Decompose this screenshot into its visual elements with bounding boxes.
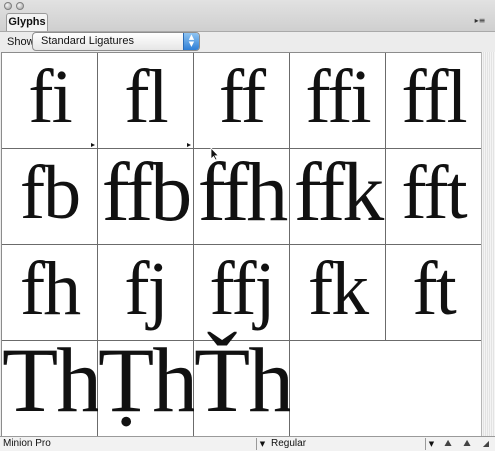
- glyph: Ťh: [194, 329, 294, 431]
- glyph-cell[interactable]: ffk: [290, 149, 386, 245]
- glyph-cell[interactable]: fh: [2, 245, 98, 341]
- glyph: ff: [218, 55, 266, 139]
- glyph-cell[interactable]: ff: [194, 53, 290, 149]
- zoom-out-icon[interactable]: ⛰: [440, 438, 456, 450]
- glyph-cell[interactable]: fk: [290, 245, 386, 341]
- panel-titlebar: Glyphs ▸≡: [0, 0, 495, 32]
- glyph-cell[interactable]: fb: [2, 149, 98, 245]
- glyph: ft: [412, 247, 456, 331]
- show-dropdown[interactable]: Standard Ligatures ▲ ▼: [32, 32, 200, 51]
- mouse-cursor-icon: [210, 146, 220, 161]
- glyph: ffl: [401, 55, 467, 139]
- glyph: ffk: [293, 146, 384, 239]
- glyph-cell[interactable]: ffb: [98, 149, 194, 245]
- glyph-cell[interactable]: ffj: [194, 245, 290, 341]
- glyph-cell[interactable]: Ṭh: [98, 334, 198, 437]
- glyph: Ṭh: [98, 329, 198, 431]
- font-style-select-value[interactable]: Regular: [271, 437, 306, 451]
- chevron-updown-icon: ▲ ▼: [183, 33, 199, 50]
- zoom-in-icon[interactable]: ⛰: [459, 438, 475, 450]
- glyph: fh: [19, 247, 81, 331]
- glyph-cell[interactable]: Th: [2, 334, 102, 437]
- glyph-cell[interactable]: ft: [386, 245, 482, 341]
- glyph: fj: [124, 247, 168, 331]
- glyph-cell[interactable]: fft: [386, 149, 482, 245]
- glyph: ffi: [305, 55, 371, 139]
- panel-footer: Minion Pro ▼ Regular ▼ ⛰ ⛰ ◢: [0, 436, 495, 451]
- glyph: fi: [28, 55, 72, 139]
- show-dropdown-value: Standard Ligatures: [41, 35, 134, 47]
- glyph-cell[interactable]: ffi: [290, 53, 386, 149]
- glyph: ffb: [101, 146, 192, 239]
- resize-grip-icon[interactable]: ◢: [478, 438, 494, 450]
- glyph-cell[interactable]: fi: [2, 53, 98, 149]
- glyph: fk: [307, 247, 369, 331]
- glyph-cell[interactable]: ffl: [386, 53, 482, 149]
- alternates-marker-icon[interactable]: [91, 143, 95, 147]
- glyph-cell[interactable]: ffh: [194, 149, 290, 245]
- close-icon[interactable]: [4, 2, 12, 10]
- glyph: fb: [19, 151, 81, 235]
- glyph: fft: [401, 151, 467, 235]
- glyphs-panel: Glyphs ▸≡ Show Standard Ligatures ▲ ▼ fi …: [0, 0, 495, 451]
- font-family-select-value[interactable]: Minion Pro: [3, 437, 51, 451]
- font-family-dropdown-icon[interactable]: ▼: [256, 438, 268, 450]
- show-label: Show: [7, 36, 35, 48]
- empty-glyph-cell: [290, 341, 482, 437]
- glyph-cell[interactable]: Ťh: [194, 334, 294, 437]
- glyph-cell[interactable]: fj: [98, 245, 194, 341]
- glyph: fl: [124, 55, 168, 139]
- glyph: Th: [2, 329, 102, 431]
- glyph: ffh: [197, 146, 288, 239]
- vertical-scrollbar[interactable]: [481, 52, 495, 436]
- glyph-grid: fi fl ff ffi ffl fb ffb ffh ffk fft fh f…: [1, 52, 482, 437]
- collapse-icon[interactable]: [16, 2, 24, 10]
- glyph-cell[interactable]: fl: [98, 53, 194, 149]
- glyph: ffj: [209, 247, 275, 331]
- tab-glyphs[interactable]: Glyphs: [6, 13, 48, 31]
- panel-menu-icon[interactable]: ▸≡: [473, 16, 487, 26]
- font-style-dropdown-icon[interactable]: ▼: [425, 438, 437, 450]
